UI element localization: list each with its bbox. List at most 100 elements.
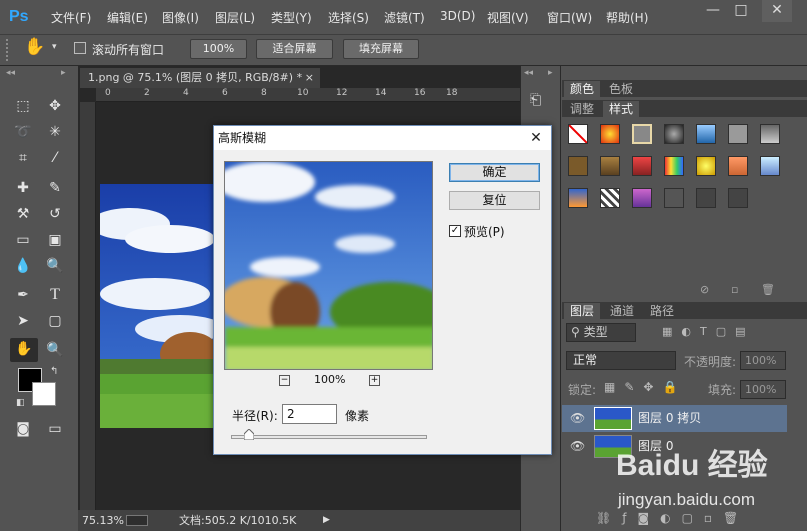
menu-file[interactable]: 文件(F) — [51, 9, 91, 26]
lasso-tool-icon[interactable]: ➰ — [12, 121, 34, 143]
lock-icons[interactable]: ▦✎✥🔒 — [604, 380, 686, 394]
menu-3d[interactable]: 3D(D) — [440, 9, 475, 23]
screen-mode-icon[interactable]: ▭ — [44, 418, 66, 440]
eye-icon[interactable]: 👁 — [570, 405, 585, 432]
scroll-all-checkbox[interactable] — [74, 42, 86, 54]
close-icon[interactable]: ✕ — [526, 128, 546, 148]
layer-filter-icons[interactable]: ▦◐T▢▤ — [662, 325, 755, 338]
swap-colors-icon[interactable]: ↰ — [50, 366, 58, 377]
style-swatch[interactable] — [696, 156, 716, 176]
history-brush-tool-icon[interactable]: ↺ — [44, 203, 66, 225]
style-swatch[interactable] — [664, 156, 684, 176]
tab-layers[interactable]: 图层 — [564, 303, 601, 319]
tab-styles[interactable]: 样式 — [603, 101, 640, 117]
style-swatch[interactable] — [632, 188, 652, 208]
path-selection-tool-icon[interactable]: ➤ — [12, 310, 34, 332]
zoom-out-button[interactable]: − — [279, 375, 290, 386]
history-panel-icon[interactable]: ⎗ — [530, 92, 541, 108]
collapse-icon[interactable]: ▸ — [61, 68, 66, 78]
quick-mask-icon[interactable]: ◙ — [12, 418, 34, 440]
horizontal-ruler[interactable]: 0 2 4 6 8 10 12 14 16 18 — [96, 88, 520, 102]
close-icon[interactable]: × — [305, 68, 314, 88]
radius-slider-track[interactable] — [231, 435, 427, 439]
default-colors-icon[interactable]: ◧ — [16, 398, 25, 408]
blur-preview[interactable] — [224, 161, 433, 370]
chevron-down-icon[interactable]: ▾ — [52, 42, 57, 52]
menu-select[interactable]: 选择(S) — [328, 9, 369, 26]
vertical-ruler[interactable] — [80, 102, 96, 510]
blur-tool-icon[interactable]: 💧 — [12, 255, 34, 277]
style-swatch[interactable] — [696, 188, 716, 208]
tab-color[interactable]: 颜色 — [564, 81, 601, 97]
menu-help[interactable]: 帮助(H) — [606, 9, 648, 26]
close-button[interactable]: ✕ — [762, 0, 792, 22]
healing-brush-tool-icon[interactable]: ✚ — [12, 177, 34, 199]
style-swatch[interactable] — [664, 124, 684, 144]
type-tool-icon[interactable]: T — [44, 284, 66, 306]
reset-button[interactable]: 复位 — [449, 191, 540, 210]
new-style-icon[interactable]: ▫ — [731, 283, 738, 296]
menu-edit[interactable]: 编辑(E) — [107, 9, 148, 26]
minimize-button[interactable]: — — [698, 0, 728, 22]
tab-adjustments[interactable]: 调整 — [564, 101, 600, 117]
collapse-icon[interactable]: ◂◂ — [6, 68, 15, 78]
menu-layer[interactable]: 图层(L) — [215, 9, 255, 26]
layer-filter-select[interactable]: ⚲ 类型 — [566, 323, 636, 342]
menu-type[interactable]: 类型(Y) — [271, 9, 312, 26]
rectangle-tool-icon[interactable]: ▢ — [44, 310, 66, 332]
clear-style-icon[interactable]: ⊘ — [700, 283, 709, 296]
hand-tool-icon[interactable]: ✋ — [10, 338, 38, 362]
eyedropper-tool-icon[interactable]: ⁄ — [44, 147, 66, 169]
style-swatch[interactable] — [600, 188, 620, 208]
collapse-icon[interactable]: ▸ — [548, 68, 553, 78]
style-swatch[interactable] — [728, 188, 748, 208]
fill-input[interactable]: 100% — [740, 380, 786, 399]
radius-input[interactable]: 2 — [282, 404, 337, 424]
radius-slider-thumb[interactable] — [243, 428, 255, 441]
background-color-swatch[interactable] — [32, 382, 56, 406]
style-swatch[interactable] — [728, 124, 748, 144]
stamp-tool-icon[interactable]: ⚒ — [12, 203, 34, 225]
canvas-image[interactable] — [100, 184, 220, 428]
document-tab[interactable]: 1.png @ 75.1% (图层 0 拷贝, RGB/8#) * × — [80, 68, 320, 88]
gradient-tool-icon[interactable]: ▣ — [44, 229, 66, 251]
style-none-swatch[interactable] — [568, 124, 588, 144]
trash-icon[interactable]: 🗑 — [761, 283, 775, 296]
status-icon[interactable] — [126, 515, 148, 526]
style-swatch[interactable] — [760, 124, 780, 144]
style-swatch[interactable] — [632, 124, 652, 144]
magic-wand-tool-icon[interactable]: ✳ — [44, 121, 66, 143]
maximize-button[interactable]: □ — [726, 0, 756, 22]
style-swatch[interactable] — [728, 156, 748, 176]
move-tool-icon[interactable]: ✥ — [44, 95, 66, 117]
ok-button[interactable]: 确定 — [449, 163, 540, 182]
style-swatch[interactable] — [760, 156, 780, 176]
eye-icon[interactable]: 👁 — [570, 433, 585, 460]
collapse-icon[interactable]: ◂◂ — [524, 68, 533, 78]
menu-filter[interactable]: 滤镜(T) — [384, 9, 425, 26]
pen-tool-icon[interactable]: ✒ — [12, 284, 34, 306]
brush-tool-icon[interactable]: ✎ — [44, 177, 66, 199]
layer-row[interactable]: 👁 图层 0 拷贝 — [562, 405, 787, 432]
menu-view[interactable]: 视图(V) — [487, 9, 529, 26]
zoom-in-button[interactable]: + — [369, 375, 380, 386]
zoom-100-button[interactable]: 100% — [190, 39, 247, 59]
tab-channels[interactable]: 通道 — [604, 303, 640, 319]
status-menu-arrow-icon[interactable]: ▶ — [323, 510, 330, 531]
tab-paths[interactable]: 路径 — [644, 303, 680, 319]
fill-screen-button[interactable]: 填充屏幕 — [343, 39, 419, 59]
dodge-tool-icon[interactable]: 🔍 — [44, 255, 66, 277]
menu-window[interactable]: 窗口(W) — [547, 9, 592, 26]
zoom-readout[interactable]: 75.13% — [82, 510, 124, 531]
marquee-tool-icon[interactable]: ⬚ — [12, 95, 34, 117]
style-swatch[interactable] — [568, 188, 588, 208]
crop-tool-icon[interactable]: ⌗ — [12, 147, 34, 169]
eraser-tool-icon[interactable]: ▭ — [12, 229, 34, 251]
blend-mode-select[interactable]: 正常 — [566, 351, 676, 370]
style-swatch[interactable] — [568, 156, 588, 176]
style-swatch[interactable] — [696, 124, 716, 144]
menu-image[interactable]: 图像(I) — [162, 9, 199, 26]
hand-tool-icon[interactable]: ✋ — [24, 37, 45, 57]
grip-handle[interactable] — [6, 39, 14, 61]
style-swatch[interactable] — [664, 188, 684, 208]
